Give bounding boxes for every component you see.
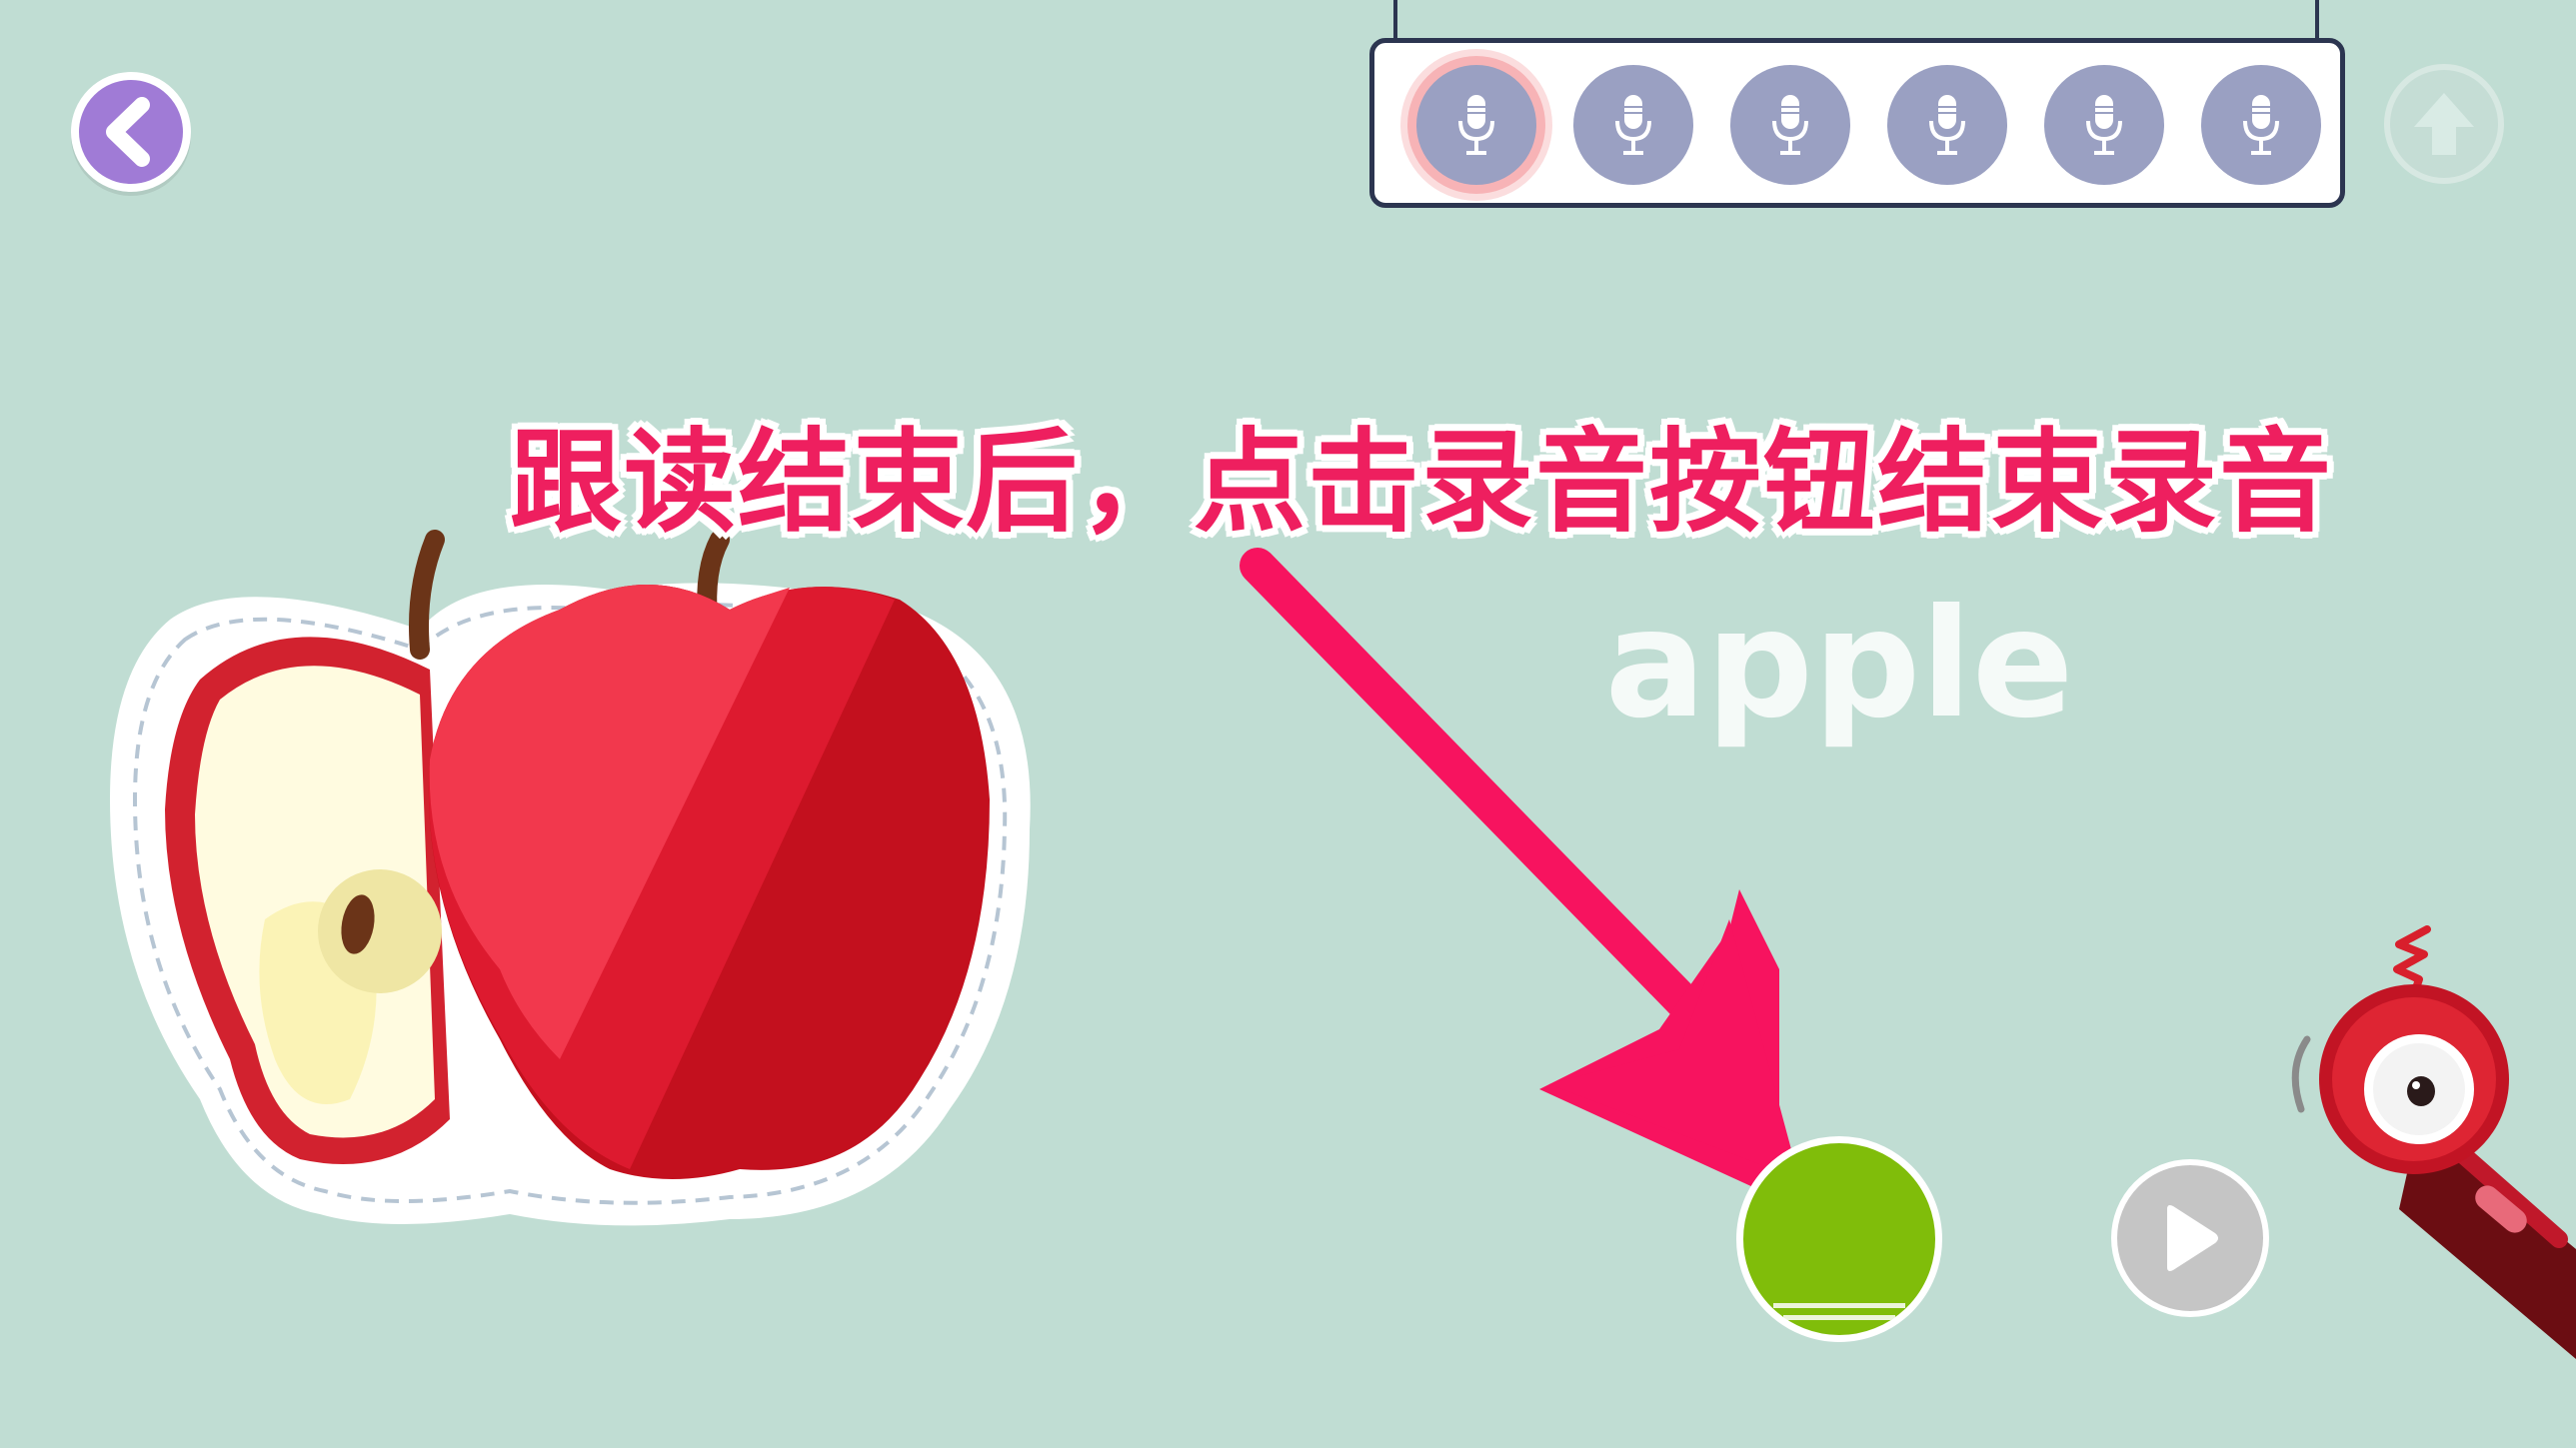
microphone-icon xyxy=(2086,95,2122,155)
upload-button[interactable] xyxy=(2384,64,2504,184)
microphone-icon xyxy=(1929,95,1965,155)
apple-illustration xyxy=(110,530,1031,1226)
pointer-arrow xyxy=(1240,548,1799,1199)
microphone-icon xyxy=(1615,95,1651,155)
recording-slots-panel xyxy=(1369,38,2345,208)
microphone-icon xyxy=(2243,95,2279,155)
instruction-text: 跟读结束后，点击录音按钮结束录音 xyxy=(510,418,2333,548)
record-button[interactable] xyxy=(1736,1136,1942,1342)
recording-slot-5[interactable] xyxy=(2044,65,2164,185)
arrow-up-icon xyxy=(2414,93,2474,155)
recording-slot-2[interactable] xyxy=(1573,65,1693,185)
chevron-left-icon xyxy=(106,97,150,167)
recording-slot-6[interactable] xyxy=(2201,65,2321,185)
play-icon xyxy=(2167,1205,2218,1271)
play-recording-button[interactable] xyxy=(2111,1159,2269,1317)
panel-hanger-left xyxy=(1393,0,1397,40)
recording-slot-4[interactable] xyxy=(1887,65,2007,185)
microphone-mascot xyxy=(2291,925,2576,1359)
panel-hanger-right xyxy=(2315,0,2319,40)
recording-slot-1[interactable] xyxy=(1416,65,1536,185)
microphone-icon xyxy=(1772,95,1808,155)
microphone-icon xyxy=(1458,95,1494,155)
record-level-bar xyxy=(1783,1315,1895,1320)
back-button[interactable] xyxy=(71,72,191,192)
recording-slot-3[interactable] xyxy=(1730,65,1850,185)
record-level-bar xyxy=(1773,1303,1905,1308)
